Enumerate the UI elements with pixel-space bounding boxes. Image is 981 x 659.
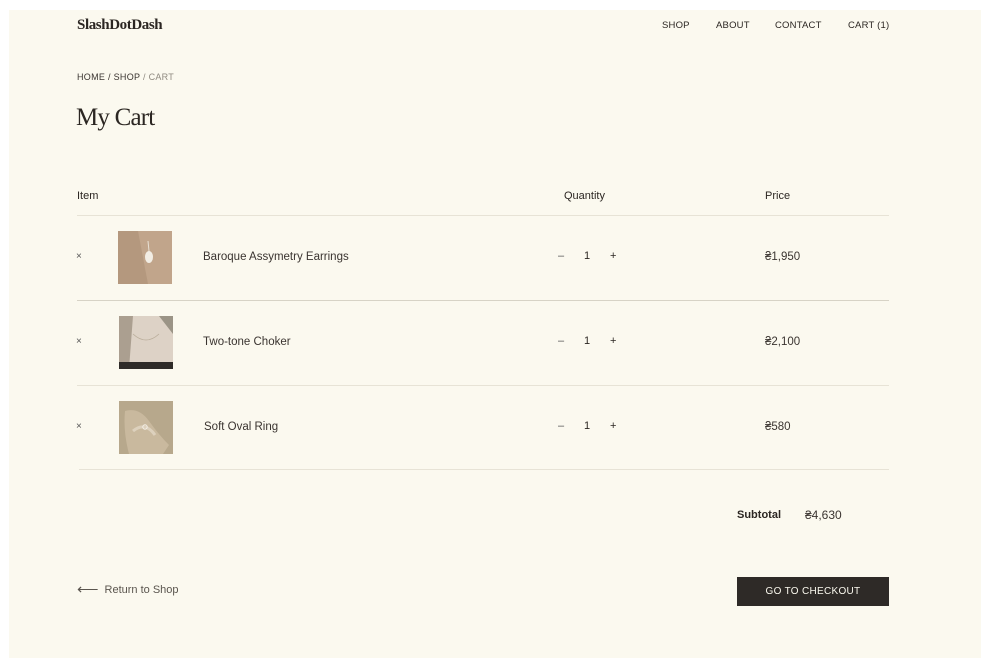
breadcrumb-current: CART [148, 72, 175, 82]
remove-item-button[interactable]: × [76, 421, 82, 432]
product-name[interactable]: Baroque Assymetry Earrings [203, 251, 349, 263]
column-header-price: Price [765, 190, 791, 202]
item-price: ₴580 [765, 421, 791, 433]
nav-cart[interactable]: CART (1) [848, 20, 889, 31]
checkout-button[interactable]: GO TO CHECKOUT [737, 577, 889, 606]
quantity-decrease-button[interactable]: – [558, 420, 564, 432]
quantity-decrease-button[interactable]: – [558, 335, 564, 347]
site-logo[interactable]: SlashDotDash [77, 17, 163, 34]
product-name[interactable]: Soft Oval Ring [204, 421, 278, 433]
breadcrumb-home[interactable]: HOME [77, 72, 105, 82]
item-price: ₴2,100 [765, 336, 801, 348]
subtotal-value: ₴4,630 [805, 508, 842, 522]
product-thumbnail-choker[interactable] [119, 316, 173, 369]
breadcrumb-shop[interactable]: SHOP [114, 72, 141, 82]
ring-image [119, 401, 173, 454]
quantity-value[interactable]: 1 [584, 420, 590, 432]
row-divider [79, 469, 889, 470]
item-price: ₴1,950 [765, 251, 801, 263]
quantity-increase-button[interactable]: + [610, 250, 616, 262]
quantity-value[interactable]: 1 [584, 250, 590, 262]
column-header-quantity: Quantity [564, 190, 605, 202]
table-divider [77, 215, 889, 216]
remove-item-button[interactable]: × [76, 251, 82, 262]
product-thumbnail-ring[interactable] [119, 401, 173, 454]
nav-contact[interactable]: CONTACT [775, 20, 822, 31]
row-divider [77, 300, 889, 301]
column-header-item: Item [77, 190, 99, 202]
earrings-image [118, 231, 172, 284]
quantity-value[interactable]: 1 [584, 335, 590, 347]
breadcrumb: HOME / SHOP / CART [77, 72, 174, 82]
breadcrumb-separator: / [140, 72, 149, 82]
breadcrumb-separator: / [105, 72, 114, 82]
product-thumbnail-earrings[interactable] [118, 231, 172, 284]
remove-item-button[interactable]: × [76, 336, 82, 347]
return-to-shop-link[interactable]: ⟵ Return to Shop [77, 580, 179, 598]
nav-about[interactable]: ABOUT [716, 20, 750, 31]
page-title: My Cart [76, 104, 155, 131]
quantity-increase-button[interactable]: + [610, 420, 616, 432]
nav-shop[interactable]: SHOP [662, 20, 690, 31]
subtotal-label: Subtotal [737, 509, 781, 521]
row-divider [77, 385, 889, 386]
choker-image [119, 316, 173, 369]
return-to-shop-label: Return to Shop [104, 584, 179, 596]
product-name[interactable]: Two-tone Choker [203, 336, 291, 348]
arrow-left-icon: ⟵ [77, 581, 99, 598]
quantity-decrease-button[interactable]: – [558, 250, 564, 262]
quantity-increase-button[interactable]: + [610, 335, 616, 347]
